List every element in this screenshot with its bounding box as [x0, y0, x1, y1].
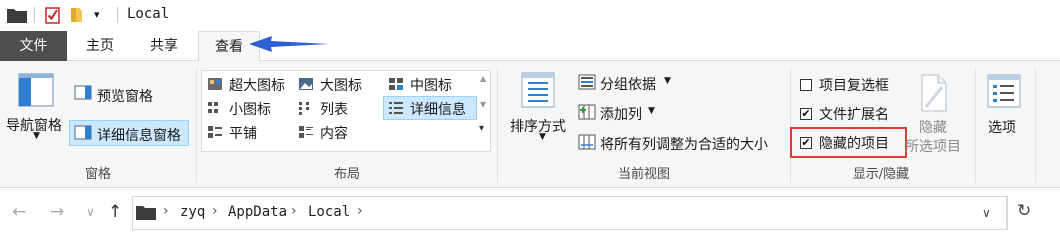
sort-by-button[interactable]: 排序方式: [510, 116, 566, 136]
sort-by-dropdown[interactable]: ▼: [539, 132, 546, 142]
tiles-icon: [208, 126, 222, 138]
gallery-more[interactable]: ▾: [479, 123, 484, 134]
content-icon: [299, 126, 313, 138]
properties-icon[interactable]: [44, 5, 62, 25]
preview-pane-button[interactable]: 预览窗格: [97, 86, 153, 106]
options-button[interactable]: 选项: [988, 117, 1016, 137]
new-folder-icon[interactable]: [68, 6, 86, 24]
recent-locations-button[interactable]: ∨: [86, 205, 95, 219]
gallery-scroll-down[interactable]: ▼: [480, 100, 486, 109]
item-check-boxes-checkbox[interactable]: [800, 79, 812, 91]
address-separator: [1007, 196, 1008, 230]
small-icons-icon: [208, 102, 218, 113]
navigation-pane-dropdown[interactable]: ▼: [33, 131, 40, 141]
preview-pane-icon: [74, 85, 92, 100]
tab-file[interactable]: 文件: [0, 31, 67, 61]
layout-tiles[interactable]: 平铺: [229, 123, 257, 143]
breadcrumb-chevron[interactable]: ›: [291, 203, 297, 219]
layout-small-icons[interactable]: 小图标: [229, 99, 271, 119]
address-dropdown-button[interactable]: ∨: [982, 206, 991, 220]
group-label-show-hide: 显示/隐藏: [852, 167, 910, 182]
layout-large-icons[interactable]: 大图标: [320, 75, 362, 95]
breadcrumb-chevron[interactable]: ›: [212, 203, 218, 219]
item-check-boxes-label: 项目复选框: [819, 78, 889, 94]
highlight-box: [790, 127, 907, 158]
layout-details: 详细信息: [410, 102, 466, 118]
window-title: Local: [127, 6, 170, 22]
hide-selected-line1: 隐藏: [919, 120, 947, 136]
ribbon-tabs: 文件 主页 共享 查看: [0, 31, 1060, 62]
group-label-panes: 窗格: [84, 167, 111, 182]
breadcrumb-local[interactable]: Local: [308, 204, 350, 220]
back-button[interactable]: ←: [12, 202, 26, 222]
title-bar: ▾ Local: [0, 0, 1060, 31]
details-view-icon: [389, 102, 403, 114]
medium-icons-icon: [389, 78, 403, 90]
folder-icon: [136, 206, 156, 220]
breadcrumb-chevron[interactable]: ›: [163, 203, 169, 219]
file-extensions-label: 文件扩展名: [819, 107, 889, 123]
size-all-columns-button[interactable]: 将所有列调整为合适的大小: [600, 134, 768, 154]
tab-home[interactable]: 主页: [71, 31, 129, 61]
navigation-pane-icon: [18, 73, 54, 107]
qat-customize-dropdown[interactable]: ▾: [94, 8, 100, 21]
forward-button[interactable]: →: [50, 202, 64, 222]
add-columns-button[interactable]: 添加列: [600, 104, 642, 124]
layout-medium-icons[interactable]: 中图标: [410, 75, 452, 95]
group-label-layout: 布局: [333, 167, 360, 182]
breadcrumb-appdata[interactable]: AppData: [228, 204, 287, 220]
layout-extra-large-icons[interactable]: 超大图标: [229, 75, 285, 95]
details-pane-label: 详细信息窗格: [97, 128, 181, 144]
folder-window-icon[interactable]: [6, 6, 28, 24]
title-separator: [117, 7, 118, 23]
gallery-scroll-up[interactable]: ▲: [480, 74, 486, 83]
options-icon: [987, 74, 1021, 108]
group-by-button[interactable]: 分组依据: [600, 74, 656, 94]
layout-content[interactable]: 内容: [320, 123, 348, 143]
breadcrumb-chevron[interactable]: ›: [357, 203, 363, 219]
group-by-icon: [578, 74, 596, 90]
group-by-dropdown[interactable]: ▼: [664, 76, 671, 86]
up-button[interactable]: ↑: [108, 202, 122, 222]
group-separator: [975, 67, 976, 183]
hide-selected-line2: 所选项目: [905, 139, 961, 155]
group-label-current-view: 当前视图: [617, 167, 670, 182]
annotation-arrow-icon: [249, 36, 329, 52]
tab-share[interactable]: 共享: [135, 31, 193, 61]
refresh-button[interactable]: ↻: [1017, 201, 1031, 221]
qat-separator: [34, 7, 35, 23]
large-icons-icon: [299, 78, 313, 90]
breadcrumb-zyq[interactable]: zyq: [180, 204, 205, 220]
list-icon: [299, 102, 309, 115]
layout-list[interactable]: 列表: [320, 99, 348, 119]
extra-large-icons-icon: [208, 78, 222, 90]
size-columns-icon: [578, 134, 596, 150]
file-extensions-checkbox[interactable]: ✔: [800, 108, 812, 120]
sort-by-icon: [521, 72, 555, 108]
group-separator: [1035, 67, 1036, 183]
details-pane-icon: [74, 125, 92, 140]
add-columns-icon: [578, 104, 596, 120]
hide-selected-icon: [921, 74, 947, 112]
ribbon-view: 导航窗格 ▼ 预览窗格 详细信息窗格 窗格 超大图标 大图标 中图标 小图标 列…: [0, 61, 1060, 188]
add-columns-dropdown[interactable]: ▼: [648, 106, 655, 116]
